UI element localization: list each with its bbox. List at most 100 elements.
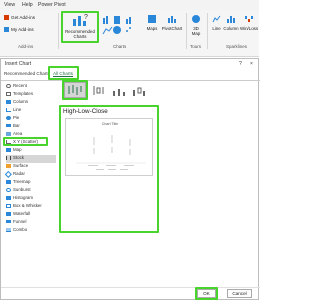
chart-type-map[interactable]: Map (6, 147, 56, 155)
sparkline-line-label: Line (212, 26, 221, 31)
chart-type-templates[interactable]: Templates (6, 91, 56, 99)
ribbon-separator (186, 13, 187, 49)
chart-type-list: Recent Templates Column Line Pie Bar Are… (3, 83, 57, 293)
my-addins-button[interactable]: My Add-ins (4, 27, 34, 33)
pivotchart-icon (168, 16, 176, 23)
get-addins-button[interactable]: Get Add-ins (4, 15, 36, 21)
chart-type-histogram[interactable]: Histogram (6, 195, 56, 203)
highlight-subtype (62, 80, 88, 100)
chart-type-label: Line (13, 107, 22, 112)
chart-type-label: Histogram (13, 195, 34, 200)
chart-type-label: Templates (13, 91, 34, 96)
pie-chart-icon (113, 26, 121, 34)
stock-subtype-icon (113, 89, 125, 96)
scatter-chart-icon (126, 27, 131, 32)
chart-type-label: Stock (13, 155, 24, 160)
sparkline-winloss-label: Win/Loss (240, 26, 259, 31)
chart-type-combo[interactable]: Combo (6, 227, 56, 235)
chart-type-label: Map (13, 147, 22, 152)
preview-stock-bars (93, 135, 131, 155)
chart-type-surface[interactable]: Surface (6, 163, 56, 171)
highlight-stock-type (3, 137, 48, 146)
tours-group-label: Tours (190, 44, 202, 49)
chart-type-label: Combo (13, 227, 28, 232)
chart-type-label: Bar (13, 123, 20, 128)
addins-group-label: Add-ins (18, 44, 34, 49)
sparkline-winloss-icon (245, 16, 253, 22)
chart-type-label: Surface (13, 163, 29, 168)
chart-type-box-whisker[interactable]: Box & Whisker (6, 203, 56, 211)
menu-bar: View Help Power Pivot (0, 0, 259, 10)
ribbon-separator (58, 13, 59, 49)
sparklines-group-label: Sparklines (226, 44, 248, 49)
stock-subtype-icon (93, 86, 104, 95)
chart-type-label: Recent (13, 83, 27, 88)
sparkline-column-button[interactable]: Column (223, 14, 239, 31)
stat-chart-icon (126, 17, 131, 24)
pivotchart-label: PivotChart (161, 26, 183, 31)
preview-legend (96, 169, 128, 170)
chart-type-label: Sunburst (13, 187, 31, 192)
help-button[interactable]: ? (239, 61, 242, 67)
stock-subtype-icon (133, 87, 145, 96)
chart-type-label: Treemap (13, 179, 31, 184)
chart-type-label: Radar (13, 171, 25, 176)
highlight-all-charts-tab (48, 66, 79, 80)
addins-icon (4, 27, 9, 33)
cancel-button[interactable]: Cancel (227, 289, 252, 298)
dialog-title: Insert Chart (5, 61, 32, 67)
menu-help[interactable]: Help (22, 2, 33, 8)
insert-chart-dialog: Insert Chart ? × Recommended Charts All … (0, 58, 260, 300)
menu-power-pivot[interactable]: Power Pivot (38, 2, 66, 8)
chart-type-waterfall[interactable]: Waterfall (6, 211, 56, 219)
chart-type-label: Box & Whisker (13, 203, 42, 208)
chart-type-funnel[interactable]: Funnel (6, 219, 56, 227)
sparkline-line-button[interactable]: Line (210, 14, 223, 31)
highlight-ok-button (195, 287, 218, 300)
maps-button[interactable]: Maps (145, 14, 159, 31)
sparkline-line-icon (212, 15, 220, 23)
tab-recommended-charts[interactable]: Recommended Charts (4, 71, 50, 76)
tab-divider (1, 80, 260, 81)
chart-type-bar[interactable]: Bar (6, 123, 56, 131)
3d-map-label: 3D Map (191, 26, 201, 36)
chart-type-label: Column (13, 99, 29, 104)
chart-type-column[interactable]: Column (6, 99, 56, 107)
pivotchart-button[interactable]: PivotChart (160, 14, 184, 31)
chart-gallery-icons[interactable] (102, 14, 142, 36)
subtype-volume-open-high-low-close[interactable] (131, 84, 147, 97)
charts-group-label: Charts (113, 44, 127, 49)
ribbon-separator (207, 13, 208, 49)
preview-tick-labels (88, 165, 134, 166)
chart-preview[interactable]: Chart Title (65, 118, 153, 176)
chart-type-radar[interactable]: Radar (5, 170, 56, 179)
chart-type-line[interactable]: Line (6, 107, 56, 115)
menu-view[interactable]: View (4, 2, 15, 8)
sparkline-winloss-button[interactable]: Win/Loss (240, 14, 258, 31)
maps-label: Maps (146, 26, 158, 31)
chart-type-sunburst[interactable]: Sunburst (6, 187, 56, 195)
subtype-volume-high-low-close[interactable] (111, 84, 127, 97)
chart-type-label: Funnel (13, 219, 27, 224)
chart-type-recent[interactable]: Recent (6, 83, 56, 91)
hierarchy-chart-icon (114, 16, 120, 24)
chart-type-label: Area (13, 131, 23, 136)
maps-icon (148, 15, 156, 23)
my-addins-label: My Add-ins (11, 27, 34, 32)
get-addins-label: Get Add-ins (11, 15, 36, 20)
sparkline-column-icon (227, 16, 235, 23)
preview-plot (76, 135, 146, 170)
chart-type-treemap[interactable]: Treemap (6, 179, 56, 187)
3d-map-button[interactable]: 3D Map (189, 14, 203, 36)
store-icon (4, 15, 9, 21)
footer-divider (1, 287, 260, 288)
column-chart-icon (103, 16, 108, 24)
close-button[interactable]: × (250, 61, 253, 67)
subtype-open-high-low-close[interactable] (91, 84, 107, 97)
chart-type-pie[interactable]: Pie (6, 115, 56, 123)
sparkline-column-label: Column (223, 26, 239, 31)
chart-type-stock[interactable]: Stock (6, 155, 56, 163)
line-chart-icon (102, 26, 113, 35)
globe-icon (192, 15, 200, 23)
highlight-recommended-charts (61, 11, 99, 43)
